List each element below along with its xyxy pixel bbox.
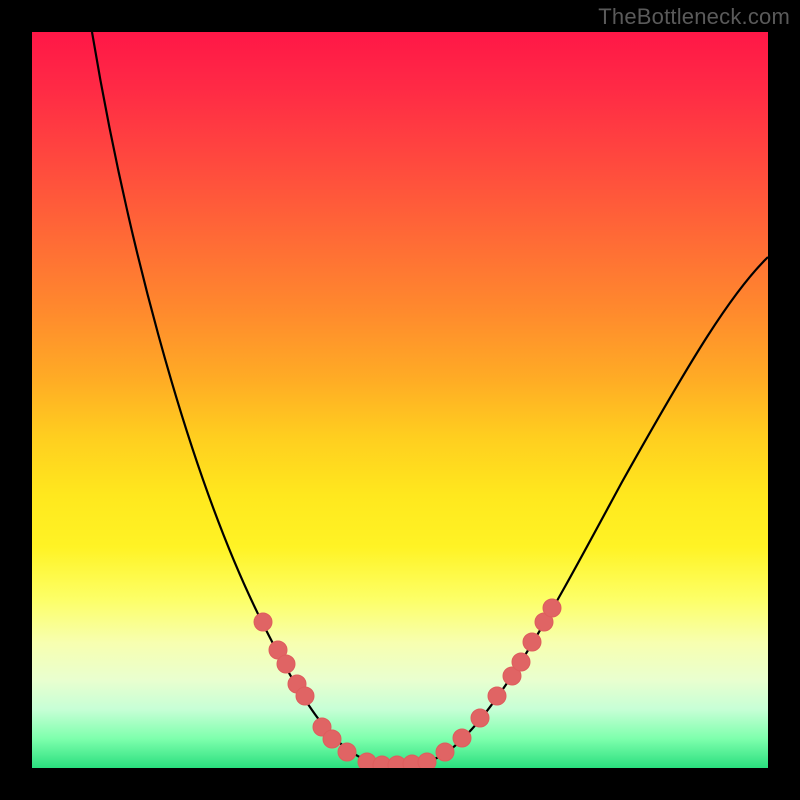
highlight-dot — [471, 709, 489, 727]
highlight-dot — [488, 687, 506, 705]
highlight-dot — [296, 687, 314, 705]
highlight-dot — [436, 743, 454, 761]
highlight-dot — [323, 730, 341, 748]
highlight-dots — [254, 599, 561, 768]
bottleneck-curve — [92, 32, 768, 765]
highlight-dot — [543, 599, 561, 617]
chart-stage: TheBottleneck.com — [0, 0, 800, 800]
highlight-dot — [338, 743, 356, 761]
highlight-dot — [254, 613, 272, 631]
highlight-dot — [277, 655, 295, 673]
highlight-dot — [523, 633, 541, 651]
curve-overlay — [32, 32, 768, 768]
plot-area — [32, 32, 768, 768]
highlight-dot — [418, 753, 436, 768]
highlight-dot — [453, 729, 471, 747]
highlight-dot — [512, 653, 530, 671]
watermark-text: TheBottleneck.com — [598, 4, 790, 30]
